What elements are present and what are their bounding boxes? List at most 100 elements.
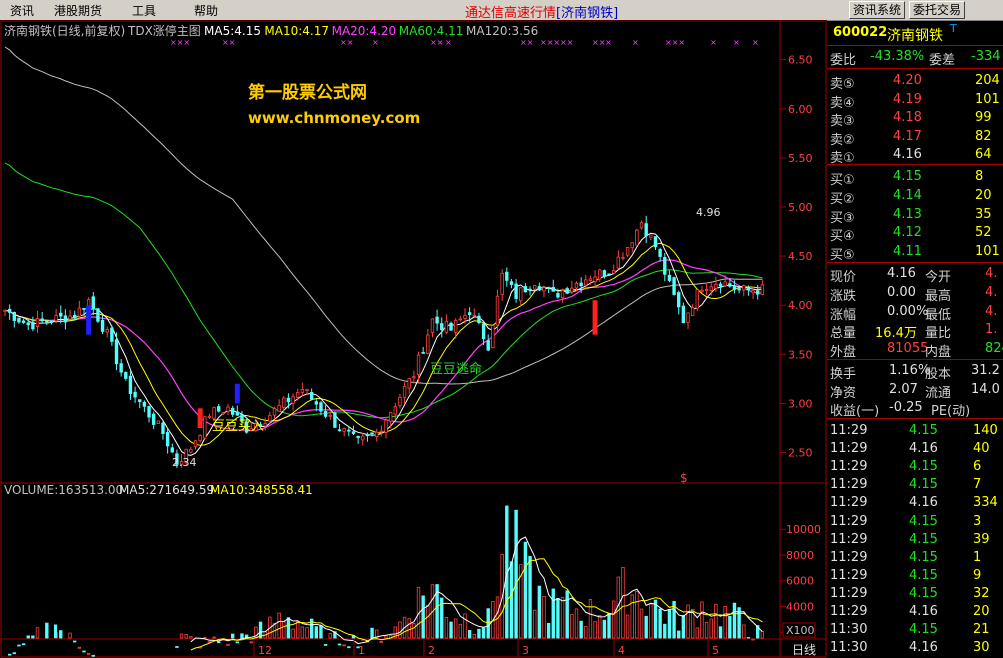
ma-legend-item: MA10:4.17	[264, 24, 329, 38]
bid-row[interactable]: 买④ 4.12 52	[827, 224, 1003, 244]
volume-bar	[611, 600, 616, 639]
candle-body	[361, 435, 365, 441]
volume-bar	[458, 623, 463, 639]
stat2-label: 换手	[830, 367, 857, 382]
ask-volume: 99	[975, 110, 992, 125]
menu-help[interactable]: 帮助	[194, 2, 218, 19]
candle-body	[333, 412, 337, 428]
kline-chart[interactable]: ××× ×× ×× × ×× × ×× ××× ×× ×× × × ××× × × × 6.506.005.5…	[0, 20, 827, 658]
tick-row[interactable]: 11:29 4.15 9	[827, 567, 1003, 585]
volume-bar	[384, 635, 388, 639]
tick-volume: 3	[973, 513, 982, 529]
volume-tick-label: 4000	[786, 600, 814, 613]
bid-row[interactable]: 买② 4.14 20	[827, 187, 1003, 207]
news-system-button[interactable]: 资讯系统	[849, 1, 906, 19]
volume-bar	[532, 609, 537, 639]
volume-bar	[523, 541, 528, 639]
volume-bar	[347, 646, 351, 649]
volume-bar	[704, 622, 709, 639]
menu-news[interactable]: 资讯	[10, 2, 34, 19]
candle-body	[630, 242, 634, 249]
ask-row[interactable]: 卖④ 4.19 101	[827, 91, 1003, 111]
candle-body	[393, 406, 397, 415]
candle-body	[700, 290, 704, 293]
tick-row[interactable]: 11:29 4.15 1	[827, 549, 1003, 567]
marker-x: ×××	[170, 38, 190, 47]
candle-body	[440, 323, 444, 331]
volume-bar	[686, 604, 690, 639]
menu-tools[interactable]: 工具	[132, 2, 156, 19]
tick-volume: 32	[973, 585, 990, 601]
volume-bar	[370, 627, 374, 639]
volume-bar	[709, 618, 713, 639]
volume-bar	[286, 617, 291, 639]
volume-bar	[579, 620, 583, 639]
volume-bar	[728, 616, 732, 639]
tick-volume: 30	[973, 640, 990, 656]
volume-bar	[249, 641, 253, 644]
candle-body	[165, 432, 170, 447]
candle-body	[17, 317, 21, 323]
bid-row[interactable]: 买③ 4.13 35	[827, 206, 1003, 226]
menu-hk-futures[interactable]: 港股期货	[54, 2, 102, 19]
trade-button[interactable]: 委托交易	[909, 1, 966, 19]
period-label[interactable]: 日线	[792, 643, 816, 657]
date-tick-label: 3	[522, 644, 529, 657]
volume-bar	[467, 630, 472, 639]
candle-body	[509, 281, 514, 285]
marker-x: ×	[710, 38, 717, 47]
tick-volume: 334	[973, 495, 998, 511]
ask-row[interactable]: 卖① 4.16 64	[827, 146, 1003, 166]
divider	[827, 68, 1003, 69]
volume-bar	[45, 622, 49, 639]
ask-price: 4.18	[893, 110, 922, 125]
volume-bar	[319, 625, 323, 639]
volume-ma5: MA5:271649.59	[119, 483, 214, 497]
candle-body	[226, 406, 230, 412]
volume-tick-label: 8000	[786, 549, 814, 562]
bid-row[interactable]: 买① 4.15 8	[827, 168, 1003, 188]
volume-bar	[17, 644, 21, 647]
tick-row[interactable]: 11:29 4.15 140	[827, 422, 1003, 440]
stat-value-2: 4.	[985, 266, 998, 281]
volume-bar	[677, 630, 681, 639]
menu-bar: 资讯 港股期货 工具 帮助 通达信高速行情[济南钢铁] 资讯系统 委托交易	[0, 0, 1003, 21]
tick-price: 4.15	[909, 531, 938, 547]
ask-row[interactable]: 卖③ 4.18 99	[827, 109, 1003, 129]
ask-row[interactable]: 卖② 4.17 82	[827, 128, 1003, 148]
tick-volume: 21	[973, 622, 990, 638]
ask-price: 4.16	[893, 147, 922, 162]
volume-bar	[635, 591, 639, 639]
tick-row[interactable]: 11:29 4.15 3	[827, 513, 1003, 531]
tick-row[interactable]: 11:29 4.16 40	[827, 440, 1003, 458]
tick-row[interactable]: 11:29 4.15 39	[827, 531, 1003, 549]
candle-body	[681, 305, 686, 324]
tick-row[interactable]: 11:29 4.15 6	[827, 458, 1003, 476]
divider	[827, 418, 1003, 419]
volume-bar	[486, 608, 490, 639]
candle-body	[235, 411, 240, 416]
candle-body	[365, 434, 370, 437]
tick-price: 4.15	[909, 622, 938, 638]
bid-row[interactable]: 买⑤ 4.11 101	[827, 243, 1003, 263]
marker-x: ×××	[540, 38, 560, 47]
tick-row[interactable]: 11:29 4.16 334	[827, 494, 1003, 512]
ma-legend-item: MA20:4.20	[332, 24, 397, 38]
tick-row[interactable]: 11:29 4.16 20	[827, 603, 1003, 621]
tick-row[interactable]: 11:29 4.15 32	[827, 585, 1003, 603]
tick-row[interactable]: 11:29 4.15 7	[827, 476, 1003, 494]
tick-row[interactable]: 11:30 4.16 30	[827, 639, 1003, 657]
candle-body	[728, 283, 732, 287]
volume-bar	[189, 636, 193, 639]
candle-body	[523, 286, 528, 293]
volume-bar	[226, 643, 230, 646]
candle-body	[170, 447, 174, 453]
volume-bar	[235, 641, 240, 644]
date-tick-label: 12	[258, 644, 272, 657]
tick-row[interactable]: 11:30 4.15 21	[827, 621, 1003, 639]
candle-body	[26, 322, 30, 326]
ask-row[interactable]: 卖⑤ 4.20 204	[827, 72, 1003, 92]
quote-panel: 600022 济南钢铁 T 委比 -43.38% 委差 -334 卖⑤ 4.20…	[827, 20, 1003, 658]
volume-bar	[667, 609, 672, 639]
candle-body	[491, 325, 495, 349]
